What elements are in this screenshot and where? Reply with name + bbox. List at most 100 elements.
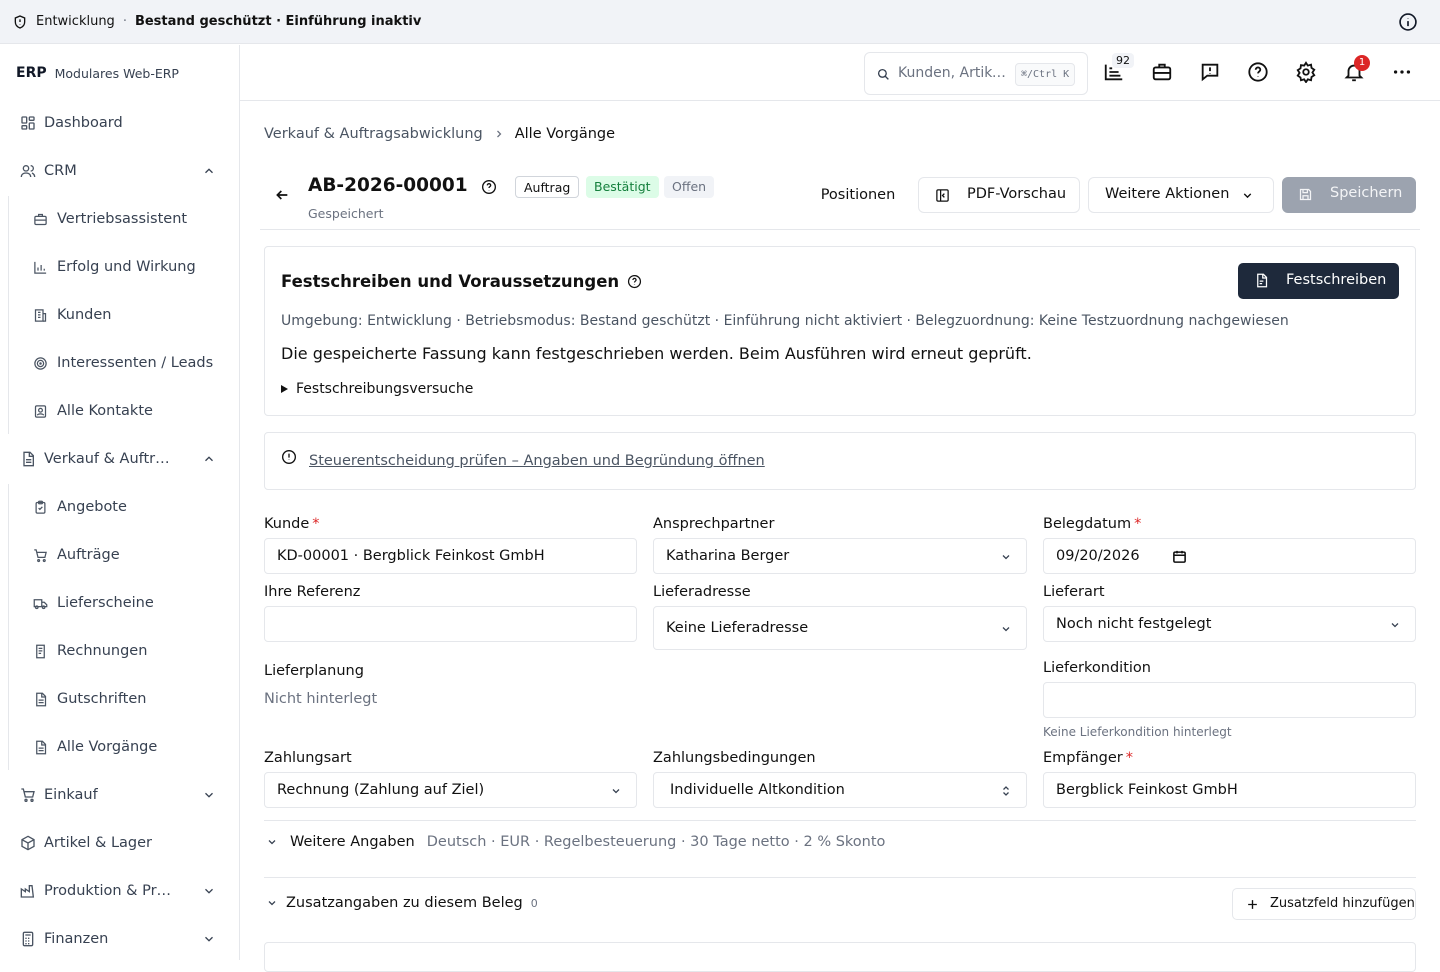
- payment-terms-select[interactable]: Individuelle Altkondition: [653, 772, 1027, 808]
- save-icon: [1299, 188, 1312, 201]
- add-field-button[interactable]: Zusatzfeld hinzufügen: [1232, 888, 1416, 920]
- more-icon[interactable]: [1391, 61, 1413, 83]
- sidebar-group-finanzen[interactable]: Finanzen: [0, 919, 239, 959]
- breadcrumb-current: Alle Vorgänge: [514, 126, 616, 142]
- field-label: Lieferplanung: [264, 663, 364, 679]
- field-label: Zahlungsart: [264, 750, 352, 766]
- info-icon[interactable]: [1398, 12, 1418, 32]
- more-details-toggle[interactable]: Weitere Angaben Deutsch · EUR · Regelbes…: [266, 834, 885, 850]
- sidebar-item-auftraege[interactable]: Aufträge: [0, 535, 239, 575]
- attempts-toggle[interactable]: Festschreibungsversuche: [281, 381, 473, 397]
- divider: [264, 877, 1416, 878]
- field-label: Lieferkondition: [1043, 660, 1151, 676]
- delivery-address-select[interactable]: Keine Lieferadresse: [653, 606, 1027, 650]
- sidebar-group-sales[interactable]: Verkauf & Auftr…: [0, 439, 239, 479]
- field-label: Kunde *: [264, 516, 320, 532]
- chevron-right-icon: [496, 130, 502, 138]
- environment-bar: Entwicklung · Bestand geschützt · Einfüh…: [0, 0, 1440, 44]
- global-search[interactable]: Kunden, Artikel… ⌘/Ctrl K: [864, 52, 1088, 95]
- payment-method-select[interactable]: Rechnung (Zahlung auf Ziel): [264, 772, 637, 808]
- finalize-button[interactable]: Festschreiben: [1238, 263, 1399, 299]
- pdf-preview-button[interactable]: PDF-Vorschau: [918, 177, 1080, 213]
- card-title: Festschreiben und Voraussetzungen: [281, 272, 620, 291]
- button-label: Weitere Aktionen: [1105, 186, 1230, 202]
- more-actions-button[interactable]: Weitere Aktionen: [1088, 177, 1274, 213]
- contact-select[interactable]: Katharina Berger: [653, 538, 1027, 574]
- sidebar-item-label: Alle Kontakte: [57, 403, 153, 419]
- environment-state: Bestand geschützt · Einführung inaktiv: [134, 14, 422, 29]
- disclosure-triangle-icon: [281, 385, 288, 393]
- sidebar-item-label: Angebote: [57, 499, 127, 515]
- sidebar-item-rechnungen[interactable]: Rechnungen: [0, 631, 239, 671]
- chevron-down-icon: [205, 936, 213, 942]
- save-button[interactable]: Speichern: [1282, 177, 1416, 213]
- positions-button[interactable]: Positionen: [808, 177, 908, 213]
- button-label: Festschreiben: [1286, 272, 1387, 288]
- sidebar-item-alle-vorgaenge[interactable]: Alle Vorgänge: [0, 727, 239, 767]
- back-arrow-icon[interactable]: [274, 187, 290, 203]
- cart-icon: [21, 788, 35, 802]
- chevron-down-icon: [1002, 627, 1010, 632]
- sidebar-item-label: Rechnungen: [57, 643, 148, 659]
- breadcrumb-parent[interactable]: Verkauf & Auftragsabwicklung: [264, 126, 483, 142]
- customer-field[interactable]: KD-00001 · Bergblick Feinkost GmbH: [264, 538, 637, 574]
- alert-circle-icon: [282, 450, 296, 464]
- gear-icon[interactable]: [1295, 61, 1317, 83]
- extra-fields-toggle[interactable]: Zusatzangaben zu diesem Beleg 0: [266, 895, 538, 911]
- chevron-up-icon: [205, 456, 213, 462]
- doc-date-field[interactable]: 09/20/2026: [1043, 538, 1416, 574]
- help-icon[interactable]: [1247, 61, 1269, 83]
- delivery-type-select[interactable]: Noch nicht festgelegt: [1043, 606, 1416, 642]
- sidebar-item-label: Vertriebsassistent: [57, 211, 188, 227]
- tax-notice: Steuerentscheidung prüfen – Angaben und …: [264, 432, 1416, 490]
- help-icon[interactable]: [481, 179, 497, 195]
- shortcut-hint: ⌘/Ctrl K: [1015, 63, 1076, 86]
- delivery-condition-input[interactable]: [1043, 682, 1416, 718]
- help-icon[interactable]: [627, 274, 642, 289]
- section-summary: Deutsch · EUR · Regelbesteuerung · 30 Ta…: [426, 834, 886, 850]
- button-label: Positionen: [820, 187, 896, 203]
- button-label: Zusatzfeld hinzufügen: [1270, 896, 1415, 911]
- chevron-up-icon: [205, 168, 213, 174]
- briefcase-icon[interactable]: [1151, 61, 1173, 83]
- tax-decision-link[interactable]: Steuerentscheidung prüfen – Angaben und …: [309, 453, 765, 469]
- brand-name: ERP: [16, 65, 47, 81]
- finalize-message: Die gespeicherte Fassung kann festgeschr…: [281, 344, 1032, 363]
- sidebar-item-kontakte[interactable]: Alle Kontakte: [0, 391, 239, 431]
- recipient-input[interactable]: Bergblick Feinkost GmbH: [1043, 772, 1416, 808]
- attempts-label: Festschreibungsversuche: [296, 381, 474, 397]
- sidebar-item-angebote[interactable]: Angebote: [0, 487, 239, 527]
- sidebar-group-crm[interactable]: CRM: [0, 151, 239, 191]
- button-label: PDF-Vorschau: [967, 186, 1067, 202]
- sidebar-item-kunden[interactable]: Kunden: [0, 295, 239, 335]
- chevron-down-icon: [268, 901, 276, 906]
- finalize-card: Festschreiben und Voraussetzungen Festsc…: [264, 246, 1416, 416]
- clipboard-icon: [35, 500, 46, 514]
- section-label: Weitere Angaben: [290, 834, 415, 850]
- reference-input[interactable]: [264, 606, 637, 642]
- sidebar-item-dashboard[interactable]: Dashboard: [0, 103, 239, 143]
- calendar-icon[interactable]: [1172, 549, 1187, 564]
- field-value: Keine Lieferadresse: [666, 620, 809, 636]
- chevron-down-icon: [268, 840, 276, 845]
- sidebar-item-gutschriften[interactable]: Gutschriften: [0, 679, 239, 719]
- field-label: Ihre Referenz: [264, 584, 361, 600]
- sidebar-group-produktion[interactable]: Produktion & Pr…: [0, 871, 239, 911]
- sidebar-group-label: Produktion & Pr…: [44, 883, 172, 899]
- dashboard-icon: [21, 116, 35, 130]
- sidebar-item-leads[interactable]: Interessenten / Leads: [0, 343, 239, 383]
- field-label: Zahlungsbedingungen: [653, 750, 816, 766]
- status-badge: Bestätigt: [586, 176, 659, 198]
- cart-icon: [34, 548, 47, 562]
- feedback-icon[interactable]: [1199, 61, 1221, 83]
- sidebar-item-lieferscheine[interactable]: Lieferscheine: [0, 583, 239, 623]
- sidebar-item-vertriebsassistent[interactable]: Vertriebsassistent: [0, 199, 239, 239]
- sidebar-item-erfolg[interactable]: Erfolg und Wirkung: [0, 247, 239, 287]
- search-input[interactable]: Kunden, Artikel…: [898, 65, 1008, 81]
- field-label: Lieferadresse: [653, 584, 751, 600]
- package-icon: [21, 835, 35, 851]
- sidebar-item-artikel[interactable]: Artikel & Lager: [0, 823, 239, 863]
- sidebar-group-einkauf[interactable]: Einkauf: [0, 775, 239, 815]
- users-icon: [20, 165, 36, 178]
- building-icon: [34, 308, 47, 322]
